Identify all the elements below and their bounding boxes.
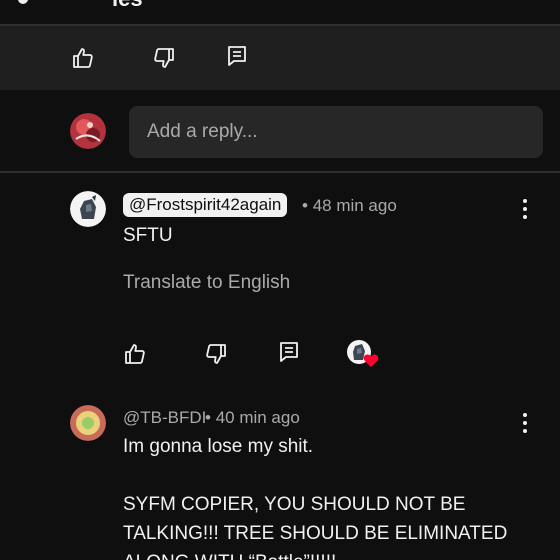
heart-icon [363,354,379,367]
more-options-button[interactable] [515,196,535,222]
creator-heart-badge [347,340,379,368]
translate-link[interactable]: Translate to English [123,272,290,294]
dislike-button[interactable] [149,43,179,73]
comment-icon [280,342,298,362]
comment-author-handle[interactable]: @Frostspirit42again [123,193,288,217]
thumbs-down-icon [206,344,226,364]
comment-text: SFTU [123,225,173,246]
thumbs-up-icon [125,344,145,364]
commenter-avatar[interactable] [70,405,106,441]
comment-time: 40 min ago [215,408,300,427]
comment-line [123,461,507,490]
user-avatar[interactable] [70,113,106,149]
thumbs-up-icon [73,48,93,68]
back-icon[interactable] [18,0,28,4]
bar-divider [0,90,560,92]
meta-separator: • [205,408,211,427]
comment-line: Im gonna lose my shit. [123,436,314,457]
comment-replies-page: ies [0,0,560,560]
comment-author-handle[interactable]: @TB-BFDI [123,408,206,428]
comment-time: 48 min ago [312,196,397,215]
comment-meta: • 48 min ago [302,196,397,216]
replies-header: ies [0,0,560,24]
comment-meta: • 40 min ago [205,408,300,428]
thumbs-down-icon [154,48,174,68]
commenter-avatar[interactable] [70,191,106,227]
meta-separator: • [302,196,308,215]
add-reply-input[interactable] [129,106,543,158]
comment-text-block: Im gonna lose my shit. SYFM COPIER, YOU … [123,432,507,560]
composer-divider [0,171,560,173]
reply-button[interactable] [222,41,252,71]
replies-title: ies [112,0,143,12]
comment-reply-button[interactable] [274,337,304,367]
like-button[interactable] [68,43,98,73]
comment-line: SYFM COPIER, YOU SHOULD NOT BE [123,494,466,515]
comment-dislike-button[interactable] [201,339,231,369]
more-options-button[interactable] [515,410,535,436]
comment-line: TALKING!!! TREE SHOULD BE ELIMINATED [123,523,508,544]
parent-comment-actions [0,26,560,90]
comment-like-button[interactable] [120,339,150,369]
comment-line: ALONG WITH “Battle”!!!!! [123,548,507,560]
comment-icon [228,46,246,66]
